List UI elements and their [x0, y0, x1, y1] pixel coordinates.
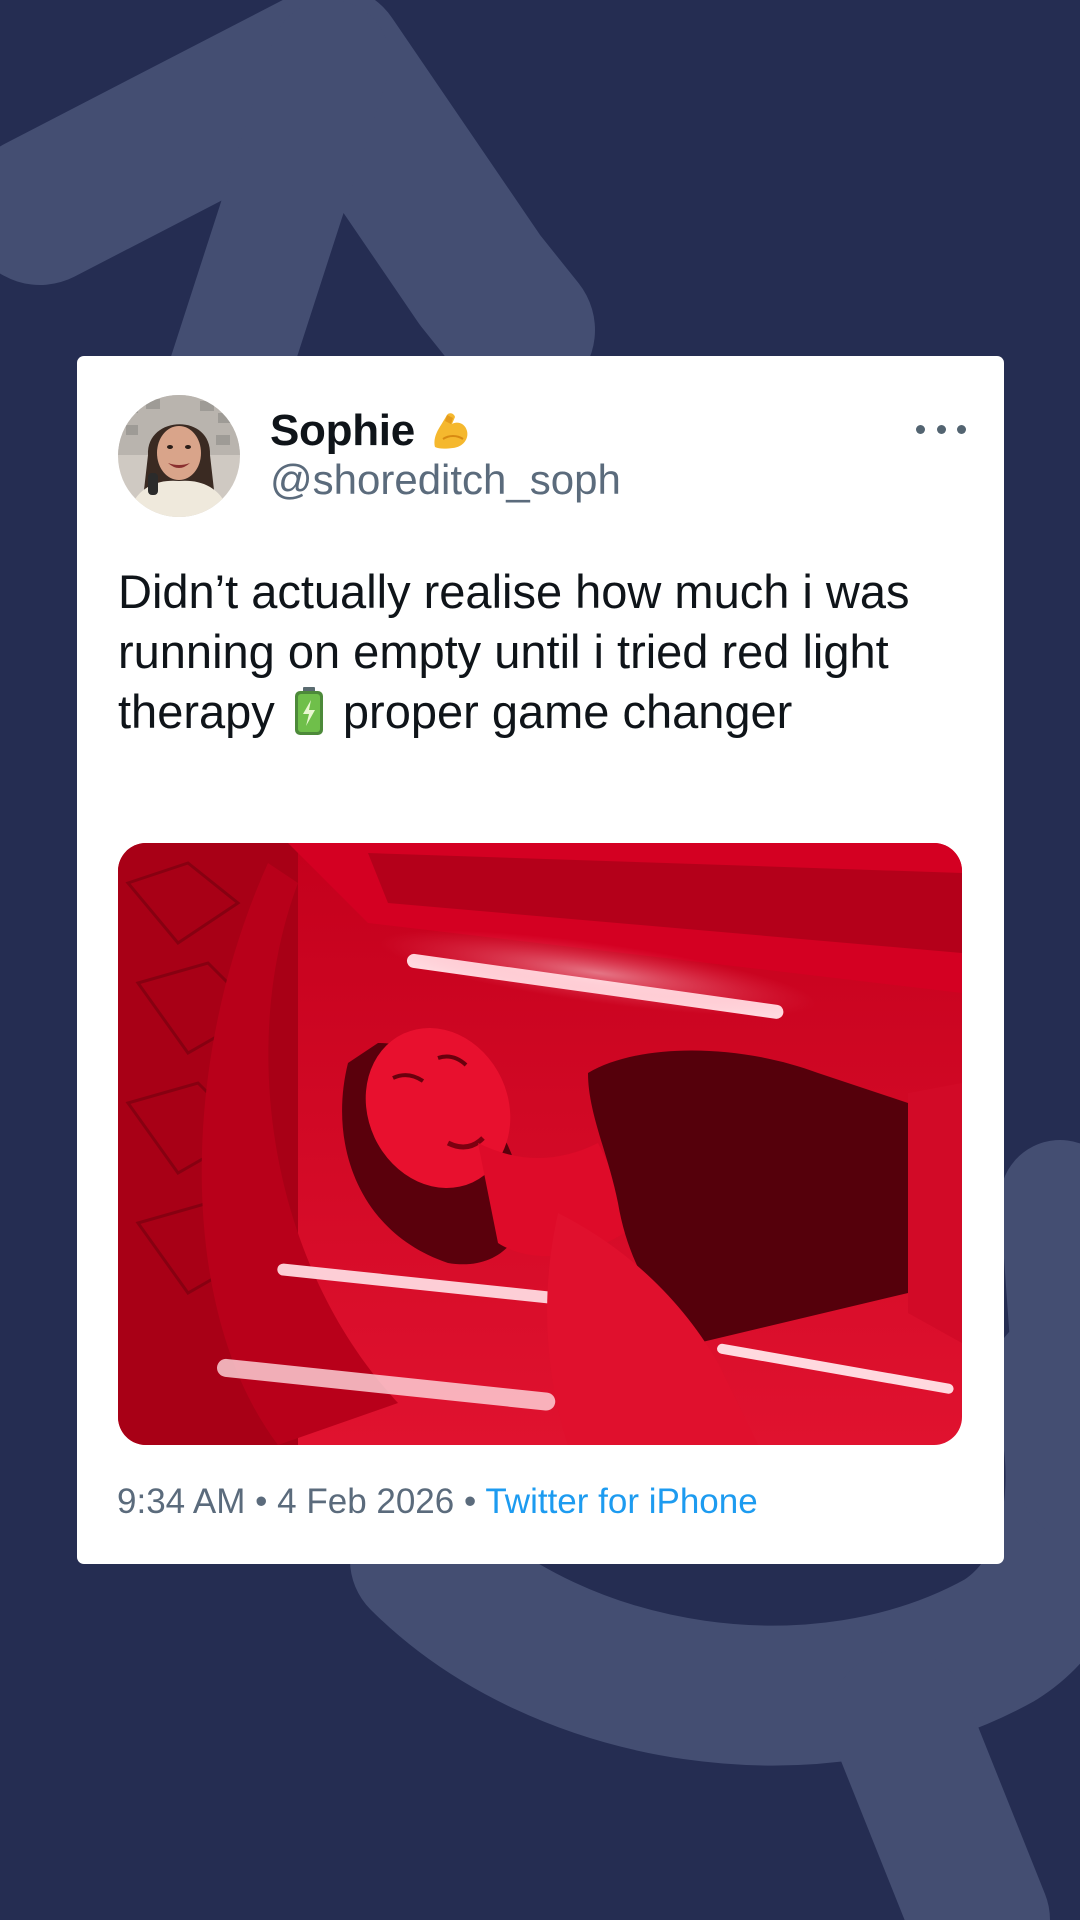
- tweet-meta: 9:34 AM • 4 Feb 2026 • Twitter for iPhon…: [117, 1482, 758, 1522]
- tweet-text: Didn’t actually realise how much i was r…: [118, 562, 978, 742]
- avatar[interactable]: [118, 395, 240, 517]
- author-name-row: Sophie: [270, 401, 473, 461]
- red-light-therapy-photo: [118, 843, 962, 1445]
- separator-dot: •: [255, 1482, 268, 1521]
- separator-dot: •: [463, 1482, 477, 1521]
- more-options-icon[interactable]: [916, 414, 966, 444]
- battery-icon: [292, 686, 326, 736]
- tweet-text-part2: proper game changer: [342, 685, 793, 738]
- tweet-time[interactable]: 9:34 AM: [117, 1482, 245, 1521]
- tweet-source-link[interactable]: Twitter for iPhone: [485, 1482, 757, 1521]
- tweet-date[interactable]: 4 Feb 2026: [277, 1482, 454, 1521]
- more-dot: [916, 424, 925, 434]
- avatar-image: [118, 395, 240, 517]
- tweet-card: Sophie @shoreditch_soph Didn’t actually …: [77, 356, 1004, 1564]
- display-name[interactable]: Sophie: [270, 406, 415, 456]
- flexed-biceps-icon: [429, 409, 473, 453]
- user-handle[interactable]: @shoreditch_soph: [270, 456, 621, 504]
- tweet-photo[interactable]: [118, 843, 962, 1445]
- more-dot: [957, 424, 966, 434]
- more-dot: [936, 424, 946, 434]
